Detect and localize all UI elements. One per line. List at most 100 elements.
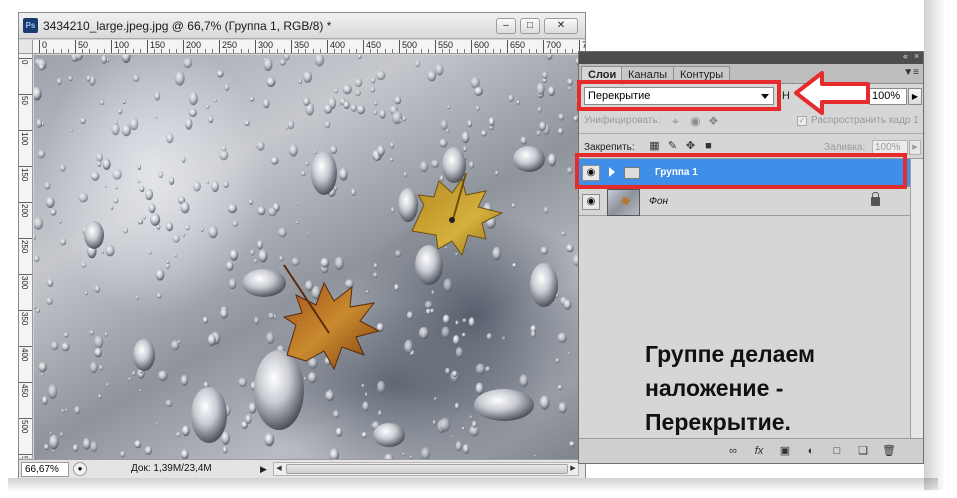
zoom-field[interactable]: 66,67%	[21, 462, 69, 477]
scroll-right-icon[interactable]: ▶	[568, 463, 578, 475]
ruler-minor-tick	[175, 49, 177, 53]
vertical-ruler[interactable]: 050100150200250300350400450500550600	[19, 54, 33, 458]
horizontal-ruler[interactable]: 0 50 100 150 200 250 300 350 400 450 500 550 600 650 7…	[33, 40, 585, 54]
water-drop	[270, 156, 279, 165]
fx-icon[interactable]: fx	[751, 444, 767, 458]
opacity-slider-button[interactable]: ▶	[908, 88, 922, 105]
water-drop	[301, 171, 306, 176]
water-drop	[50, 341, 59, 351]
water-drop	[361, 432, 368, 438]
water-drop	[343, 101, 350, 109]
layers-scrollbar[interactable]	[910, 158, 923, 438]
scroll-thumb[interactable]	[286, 464, 568, 474]
water-drop	[40, 373, 44, 377]
horizontal-scrollbar[interactable]: ◀ ▶	[273, 462, 579, 476]
unify-style-icon[interactable]: ❖	[708, 114, 719, 128]
water-drop	[144, 446, 153, 455]
lock-position-icon[interactable]: ✥	[684, 140, 697, 153]
ruler-tick-label: 300	[258, 40, 274, 50]
water-drop	[34, 255, 40, 262]
water-drop	[335, 427, 343, 437]
water-drop	[354, 78, 363, 87]
panel-menu-icon[interactable]: ▼≡	[903, 67, 919, 78]
scroll-left-icon[interactable]: ◀	[274, 463, 284, 475]
layer-name[interactable]: Фон	[649, 196, 668, 207]
ruler-minor-tick	[456, 49, 458, 53]
document-title-bar[interactable]: Ps 3434210_large.jpeg.jpg @ 66,7% (Групп…	[19, 13, 585, 39]
ruler-minor-tick	[528, 49, 530, 53]
water-drop	[291, 257, 300, 266]
water-drop	[426, 308, 431, 315]
propagate-checkbox[interactable]: ✓	[797, 116, 807, 126]
water-drop	[45, 196, 55, 208]
ruler-origin[interactable]	[19, 40, 33, 54]
water-drop	[156, 292, 162, 299]
ruler-minor-tick	[226, 49, 228, 53]
unify-position-icon[interactable]: ⌖	[672, 114, 679, 129]
ruler-minor-tick	[168, 49, 170, 53]
ruler-minor-tick	[269, 49, 271, 53]
ruler-minor-tick	[521, 49, 523, 53]
water-drop	[402, 452, 406, 456]
lock-all-icon[interactable]: ■	[702, 140, 715, 153]
new-layer-icon[interactable]: ❏	[855, 444, 871, 458]
water-drop	[132, 74, 140, 82]
water-drop	[84, 291, 88, 296]
ruler-tick-label: 100	[114, 40, 130, 50]
ruler-tick: 550	[435, 40, 453, 53]
water-drop	[192, 181, 201, 192]
water-drop	[320, 257, 330, 268]
water-drop	[183, 57, 193, 69]
ruler-minor-tick	[190, 49, 192, 53]
water-drop	[442, 314, 450, 324]
layers-panel: « × Слои Каналы Контуры ▼≡ Перекрытие Н …	[578, 51, 924, 464]
water-drop	[248, 198, 253, 205]
lock-pixels-icon[interactable]: ✎	[666, 140, 679, 153]
water-drop	[355, 89, 361, 97]
propagate-label: Распространить кадр 1	[811, 115, 919, 126]
ruler-tick: 300	[19, 274, 32, 289]
water-drop	[47, 278, 54, 287]
layers-list: ◉ Группа 1 ◉ Фон Группе делаем наложение…	[579, 158, 910, 438]
new-group-icon[interactable]: □	[829, 444, 845, 458]
opacity-field[interactable]: 100%	[869, 88, 907, 105]
water-drop	[424, 301, 433, 309]
status-menu-icon[interactable]: ●	[73, 462, 87, 476]
fill-slider-button[interactable]: ▶	[909, 140, 921, 155]
ruler-minor-tick	[197, 49, 199, 53]
collapse-icon[interactable]: «	[903, 51, 908, 61]
water-drop	[104, 332, 108, 337]
unify-visibility-icon[interactable]: ◉	[690, 114, 700, 128]
status-arrow-icon[interactable]: ▶	[260, 463, 270, 475]
water-drop	[180, 201, 190, 214]
link-icon[interactable]: ∞	[725, 444, 741, 458]
panel-header-strip[interactable]: « ×	[579, 51, 923, 64]
ruler-tick: 250	[19, 238, 32, 253]
water-drop	[435, 63, 444, 76]
water-drop	[440, 119, 448, 130]
ruler-tick-label: 200	[186, 40, 202, 50]
layer-row-background[interactable]: ◉ Фон	[579, 188, 910, 216]
trash-icon[interactable]: 🗑	[881, 444, 897, 458]
frame-shadow-right	[924, 0, 946, 490]
lock-transparency-icon[interactable]: ▦	[648, 140, 661, 153]
close-button[interactable]: ✕	[544, 18, 578, 34]
water-drop	[112, 169, 122, 180]
water-drop	[455, 320, 459, 326]
panel-close-icon[interactable]: ×	[914, 51, 919, 61]
water-drop	[373, 272, 378, 278]
mask-icon[interactable]: ▣	[777, 444, 793, 458]
visibility-eye-icon[interactable]: ◉	[582, 194, 600, 210]
minimize-button[interactable]: –	[496, 18, 516, 34]
ruler-minor-tick	[420, 49, 422, 53]
water-drop	[305, 162, 309, 166]
water-drop	[266, 332, 275, 345]
image-canvas[interactable]	[34, 55, 585, 459]
restore-button[interactable]: □	[520, 18, 540, 34]
panel-bottom-bar: ∞ fx ▣ ◐ □ ❏ 🗑	[579, 438, 923, 463]
water-drop	[207, 180, 209, 184]
water-drop	[231, 290, 234, 293]
adjustment-icon[interactable]: ◐	[803, 444, 819, 458]
water-drop	[139, 389, 142, 392]
water-drop	[508, 94, 514, 102]
